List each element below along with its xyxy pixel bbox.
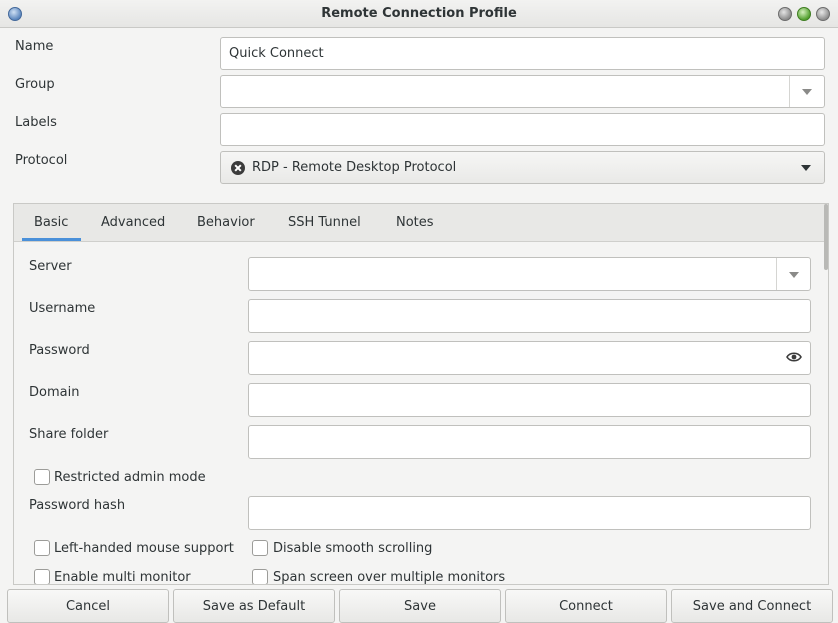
title-bar: Remote Connection Profile	[0, 0, 838, 28]
group-combo[interactable]	[220, 75, 825, 108]
multi-monitor-checkbox[interactable]	[34, 569, 50, 584]
server-chevron-down-icon[interactable]	[789, 272, 799, 278]
minimize-button[interactable]	[778, 7, 792, 21]
server-combo[interactable]	[248, 257, 811, 291]
window-title: Remote Connection Profile	[321, 6, 517, 21]
protocol-chevron-down-icon	[801, 165, 811, 171]
close-button[interactable]	[816, 7, 830, 21]
tab-bar: Basic Advanced Behavior SSH Tunnel Notes	[14, 204, 828, 242]
save-button[interactable]: Save	[339, 589, 501, 623]
multi-monitor-label[interactable]: Enable multi monitor	[54, 570, 191, 584]
settings-notebook: Basic Advanced Behavior SSH Tunnel Notes…	[13, 203, 829, 585]
tab-behavior[interactable]: Behavior	[197, 215, 255, 230]
share-folder-field[interactable]	[248, 425, 811, 459]
maximize-button[interactable]	[797, 7, 811, 21]
save-as-default-button[interactable]: Save as Default	[173, 589, 335, 623]
password-label: Password	[29, 343, 90, 358]
tab-basic[interactable]: Basic	[34, 215, 68, 230]
domain-label: Domain	[29, 385, 80, 400]
scrollbar[interactable]	[824, 204, 828, 270]
protocol-dropdown[interactable]: RDP - Remote Desktop Protocol	[220, 151, 825, 184]
disable-smooth-scrolling-checkbox[interactable]	[252, 540, 268, 556]
password-field[interactable]	[248, 341, 811, 375]
group-chevron-down-icon[interactable]	[802, 89, 812, 95]
name-field[interactable]: Quick Connect	[220, 37, 825, 70]
disable-smooth-scrolling-label[interactable]: Disable smooth scrolling	[273, 541, 432, 556]
domain-field[interactable]	[248, 383, 811, 417]
save-and-connect-button[interactable]: Save and Connect	[671, 589, 833, 623]
password-hash-label: Password hash	[29, 498, 126, 513]
name-value: Quick Connect	[229, 46, 324, 61]
group-combo-separator	[789, 76, 790, 107]
left-handed-checkbox[interactable]	[34, 540, 50, 556]
password-hash-field[interactable]	[248, 496, 811, 530]
selected-tab-indicator	[22, 238, 81, 241]
span-screen-label[interactable]: Span screen over multiple monitors	[273, 570, 505, 584]
connect-button[interactable]: Connect	[505, 589, 667, 623]
server-label: Server	[29, 259, 72, 274]
rdp-icon	[231, 160, 245, 175]
labels-label: Labels	[15, 115, 57, 130]
protocol-label: Protocol	[15, 153, 68, 168]
server-combo-separator	[776, 258, 777, 290]
protocol-value: RDP - Remote Desktop Protocol	[252, 160, 457, 175]
cancel-button[interactable]: Cancel	[7, 589, 169, 623]
eye-icon[interactable]	[786, 351, 802, 363]
tab-notes[interactable]: Notes	[396, 215, 434, 230]
name-label: Name	[15, 39, 54, 54]
username-field[interactable]	[248, 299, 811, 333]
left-handed-label[interactable]: Left-handed mouse support	[54, 541, 234, 556]
restricted-admin-checkbox[interactable]	[34, 469, 50, 485]
tab-advanced[interactable]: Advanced	[101, 215, 165, 230]
dialog-button-row: Cancel Save as Default Save Connect Save…	[0, 586, 838, 623]
group-label: Group	[15, 77, 55, 92]
span-screen-checkbox[interactable]	[252, 569, 268, 584]
restricted-admin-label[interactable]: Restricted admin mode	[54, 470, 206, 485]
username-label: Username	[29, 301, 96, 316]
tab-ssh-tunnel[interactable]: SSH Tunnel	[288, 215, 361, 230]
labels-field[interactable]	[220, 113, 825, 146]
share-folder-label: Share folder	[29, 427, 109, 442]
